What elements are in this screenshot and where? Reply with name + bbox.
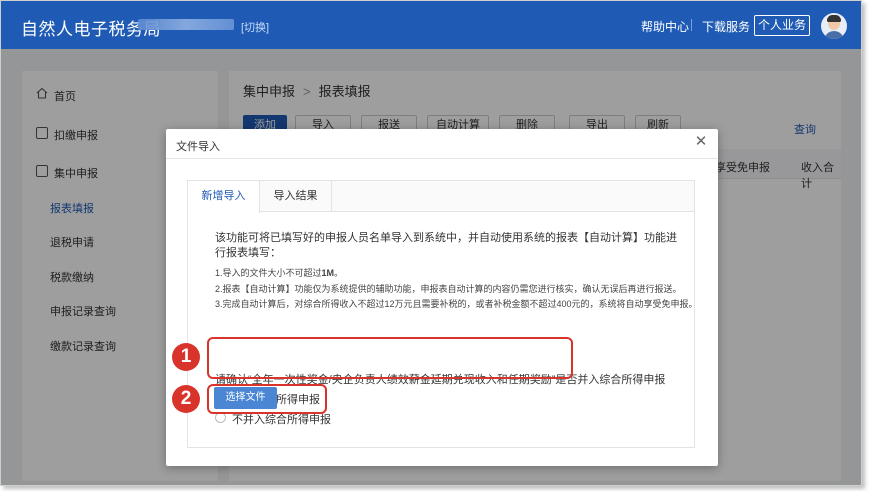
nav-divider (691, 19, 692, 31)
user-avatar[interactable] (821, 13, 847, 39)
intro-text: 该功能可将已填写好的申报人员名单导入到系统中，并自动使用系统的报表【自动计算】功… (215, 232, 677, 259)
dialog-header: 文件导入 ✕ (166, 129, 718, 159)
top-header: 自然人电子税务局 [切换] 帮助中心 下载服务 个人业务 (1, 1, 861, 49)
note-auto-calc: 2.报表【自动计算】功能仅为系统提供的辅助功能，申报表自动计算的内容仍需您进行核… (215, 284, 682, 294)
annotation-box-1 (207, 337, 573, 379)
annotation-badge-2: 2 (172, 385, 200, 413)
tab-new-import[interactable]: 新增导入 (188, 181, 260, 213)
note-file-size: 1.导入的文件大小不可超过1M。 (215, 268, 344, 278)
help-center-link[interactable]: 帮助中心 (641, 18, 689, 35)
dialog-title: 文件导入 (176, 141, 220, 153)
tab-import-result[interactable]: 导入结果 (260, 181, 332, 212)
download-service-link[interactable]: 下载服务 (702, 18, 750, 35)
masked-username (138, 19, 234, 30)
annotation-box-2 (207, 384, 327, 414)
personal-business-button[interactable]: 个人业务 (754, 15, 810, 36)
annotation-badge-1: 1 (172, 343, 200, 371)
tab-bar: 新增导入 导入结果 (188, 181, 694, 213)
switch-link[interactable]: [切换] (241, 19, 269, 35)
note-exemption: 3.完成自动计算后，对综合所得收入不超过12万元且需要补税的，或者补税金额不超过… (215, 299, 698, 309)
file-import-dialog: 文件导入 ✕ 新增导入 导入结果 该功能可将已填写好的申报人员名单导入到系统中，… (166, 129, 718, 466)
close-icon[interactable]: ✕ (694, 134, 708, 149)
